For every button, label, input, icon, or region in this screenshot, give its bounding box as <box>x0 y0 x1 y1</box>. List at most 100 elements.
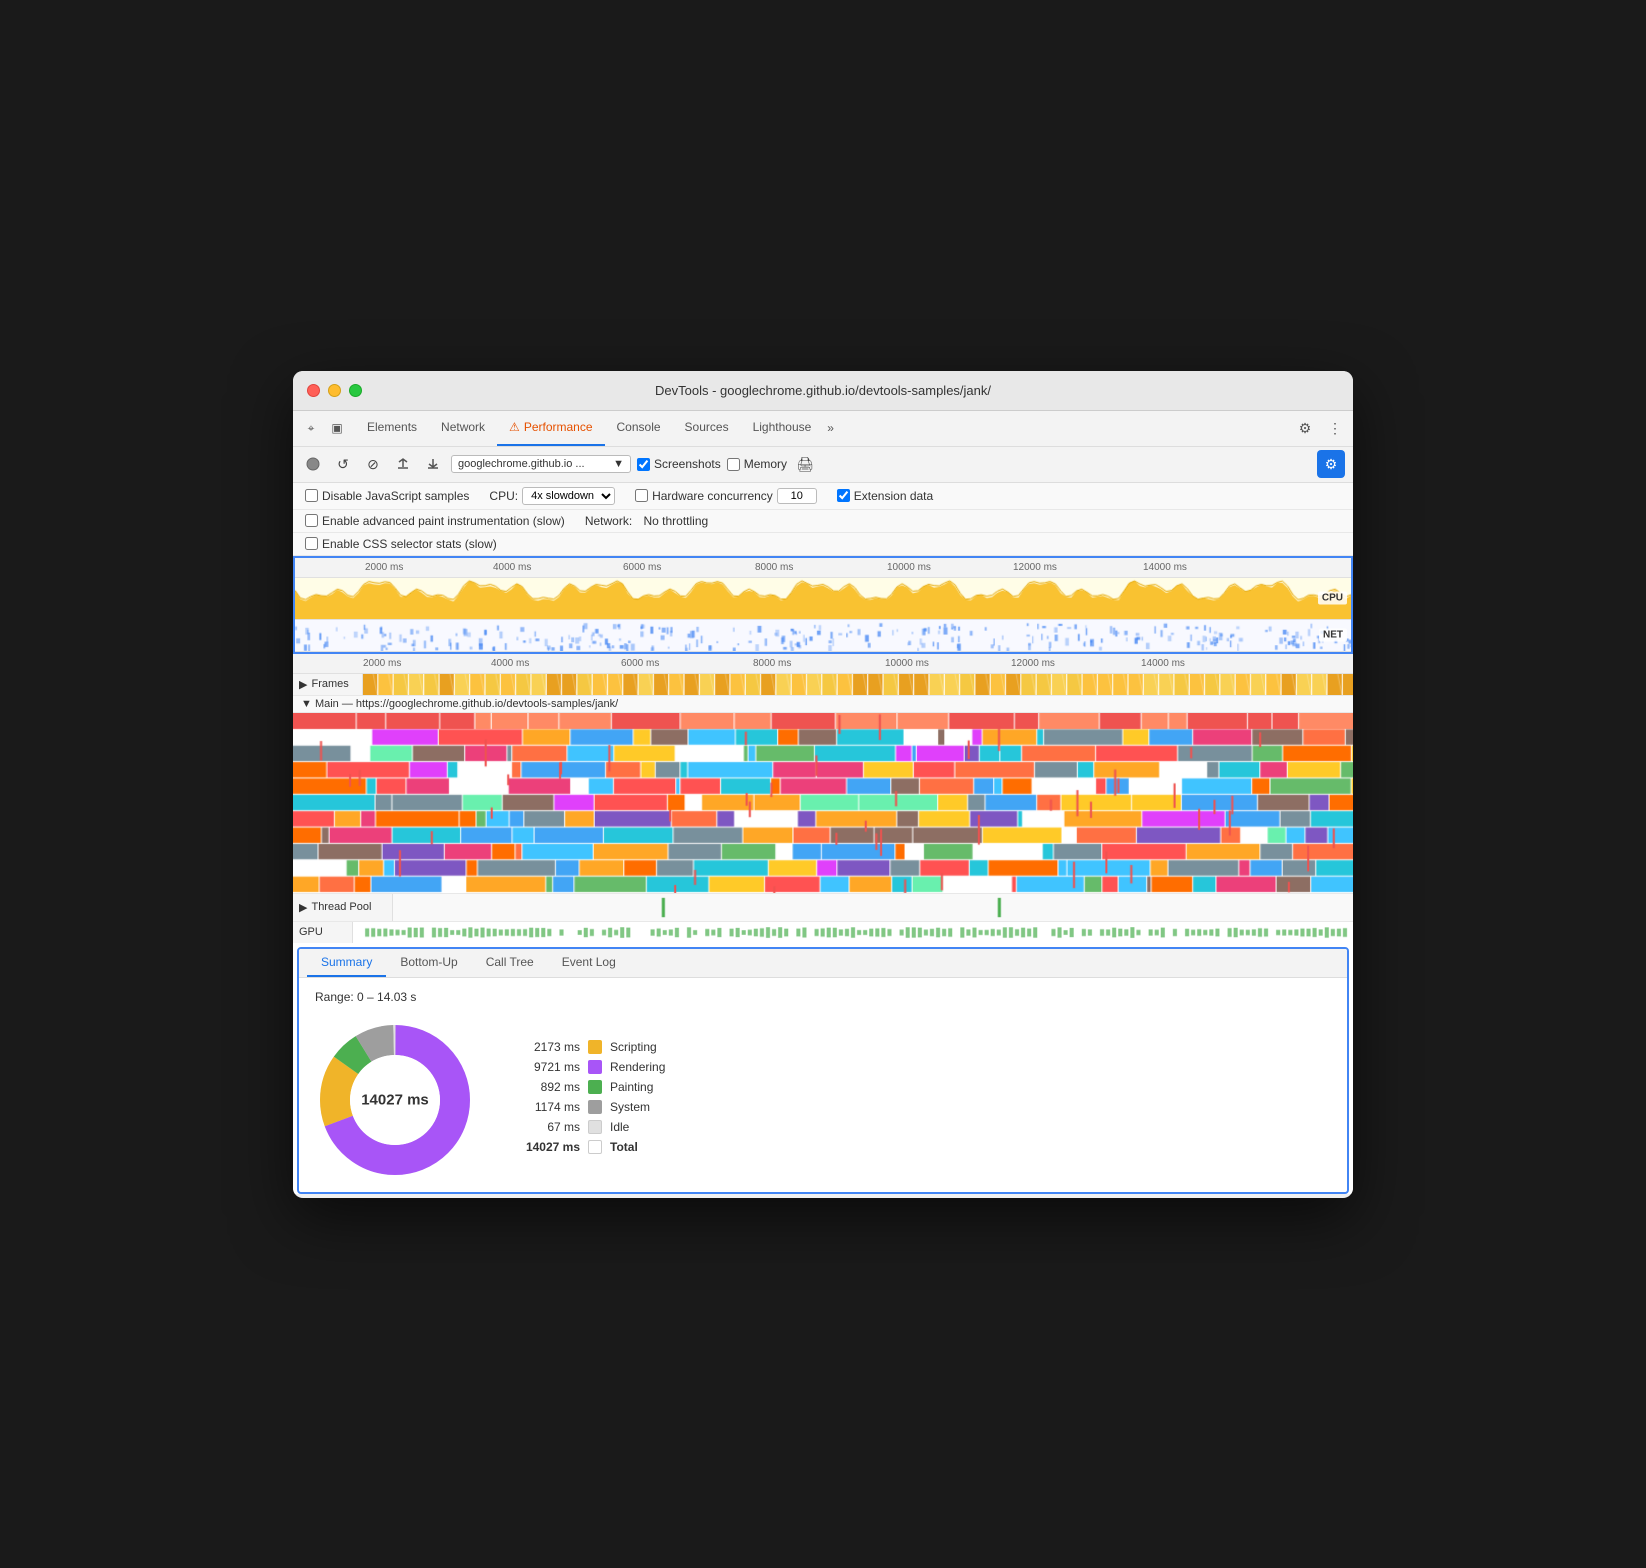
tab-console[interactable]: Console <box>605 410 673 446</box>
options-row-3: Enable CSS selector stats (slow) <box>293 533 1353 556</box>
painting-label: Painting <box>610 1080 653 1094</box>
hw-concurrency-input[interactable] <box>777 488 817 504</box>
minimize-button[interactable] <box>328 384 341 397</box>
memory-icon[interactable]: 🖨 <box>793 452 817 476</box>
title-bar: DevTools - googlechrome.github.io/devtoo… <box>293 371 1353 411</box>
network-label: Network: <box>585 514 632 528</box>
maximize-button[interactable] <box>349 384 362 397</box>
network-value: No throttling <box>644 514 709 528</box>
frames-triangle: ▶ <box>299 678 307 691</box>
record-button[interactable] <box>301 452 325 476</box>
tab-lighthouse[interactable]: Lighthouse <box>741 410 824 446</box>
ruler-6000: 6000 ms <box>623 562 661 573</box>
reload-button[interactable]: ↺ <box>331 452 355 476</box>
options-row-1: Disable JavaScript samples CPU: 4x slowd… <box>293 483 1353 510</box>
screenshots-label: Screenshots <box>654 457 721 471</box>
ruler-14000: 14000 ms <box>1143 562 1187 573</box>
advanced-paint-option[interactable]: Enable advanced paint instrumentation (s… <box>305 514 565 528</box>
close-button[interactable] <box>307 384 320 397</box>
settings-icon[interactable]: ⚙ <box>1295 418 1315 438</box>
legend-rendering: 9721 ms Rendering <box>515 1060 665 1074</box>
disable-js-checkbox[interactable] <box>305 489 318 502</box>
thread-pool-row: ▶ Thread Pool <box>293 893 1353 921</box>
flame-ruler-4000: 4000 ms <box>491 658 529 669</box>
tab-network[interactable]: Network <box>429 410 497 446</box>
legend-scripting: 2173 ms Scripting <box>515 1040 665 1054</box>
tab-summary[interactable]: Summary <box>307 949 386 977</box>
ruler-10000: 10000 ms <box>887 562 931 573</box>
system-swatch <box>588 1100 602 1114</box>
tab-elements[interactable]: Elements <box>355 410 429 446</box>
legend-idle: 67 ms Idle <box>515 1120 665 1134</box>
scripting-label: Scripting <box>610 1040 657 1054</box>
thread-pool-triangle: ▶ <box>299 901 307 914</box>
ruler-2000: 2000 ms <box>365 562 403 573</box>
painting-swatch <box>588 1080 602 1094</box>
rendering-swatch <box>588 1060 602 1074</box>
painting-value: 892 ms <box>515 1080 580 1094</box>
device-icon[interactable]: ▣ <box>327 418 347 438</box>
disable-js-samples-option[interactable]: Disable JavaScript samples <box>305 489 469 503</box>
toolbar-row: ↺ ⊘ googlechrome.github.io ... ▼ Screens… <box>293 447 1353 483</box>
advanced-paint-checkbox[interactable] <box>305 514 318 527</box>
cpu-label: CPU: <box>489 489 518 503</box>
summary-body: 14027 ms 2173 ms Scripting 9721 ms <box>315 1020 1331 1180</box>
devtools-body: ⌖ ▣ Elements Network ⚠ Performance Conso… <box>293 411 1353 1194</box>
total-value: 14027 ms <box>515 1140 580 1154</box>
system-value: 1174 ms <box>515 1100 580 1114</box>
advanced-paint-label: Enable advanced paint instrumentation (s… <box>322 514 565 528</box>
flame-ruler-12000: 12000 ms <box>1011 658 1055 669</box>
settings-button[interactable]: ⚙ <box>1317 450 1345 478</box>
tab-sources[interactable]: Sources <box>673 410 741 446</box>
flame-ruler-14000: 14000 ms <box>1141 658 1185 669</box>
ruler-4000: 4000 ms <box>493 562 531 573</box>
gpu-bar-area <box>353 922 1353 943</box>
rendering-label: Rendering <box>610 1060 665 1074</box>
css-selector-label: Enable CSS selector stats (slow) <box>322 537 497 551</box>
flame-ruler-6000: 6000 ms <box>621 658 659 669</box>
disable-js-label: Disable JavaScript samples <box>322 489 469 503</box>
css-selector-option[interactable]: Enable CSS selector stats (slow) <box>305 537 497 551</box>
network-throttle-group: Network: No throttling <box>585 514 708 528</box>
tab-performance[interactable]: ⚠ Performance <box>497 410 604 446</box>
cursor-icon[interactable]: ⌖ <box>301 418 321 438</box>
screenshots-checkbox[interactable] <box>637 458 650 471</box>
more-tabs-button[interactable]: » <box>827 421 834 435</box>
ruler-12000: 12000 ms <box>1013 562 1057 573</box>
memory-checkbox-group: Memory <box>727 457 787 471</box>
settings-gear-icon: ⚙ <box>1325 456 1338 473</box>
legend-total: 14027 ms Total <box>515 1140 665 1154</box>
url-selector[interactable]: googlechrome.github.io ... ▼ <box>451 455 631 473</box>
flame-chart-area[interactable] <box>293 713 1353 893</box>
tab-icons: ⌖ ▣ <box>301 418 347 438</box>
devtools-window: DevTools - googlechrome.github.io/devtoo… <box>293 371 1353 1198</box>
idle-label: Idle <box>610 1120 629 1134</box>
timeline-ruler-top: 2000 ms 4000 ms 6000 ms 8000 ms 10000 ms… <box>295 558 1351 578</box>
dropdown-arrow: ▼ <box>613 458 624 470</box>
download-button[interactable] <box>421 452 445 476</box>
cpu-select[interactable]: 4x slowdown <box>522 487 615 505</box>
hw-concurrency-checkbox[interactable] <box>635 489 648 502</box>
frames-row: ▶ Frames <box>293 674 1353 696</box>
thread-pool-label: ▶ Thread Pool <box>293 894 393 921</box>
css-selector-checkbox[interactable] <box>305 537 318 550</box>
extension-data-group: Extension data <box>837 489 933 503</box>
extension-data-checkbox[interactable] <box>837 489 850 502</box>
clear-button[interactable]: ⊘ <box>361 452 385 476</box>
upload-button[interactable] <box>391 452 415 476</box>
idle-swatch <box>588 1120 602 1134</box>
screenshots-checkbox-group: Screenshots <box>637 457 721 471</box>
system-label: System <box>610 1100 650 1114</box>
more-options-icon[interactable]: ⋮ <box>1325 418 1345 438</box>
hw-concurrency-label: Hardware concurrency <box>652 489 773 503</box>
bottom-panel: Summary Bottom-Up Call Tree Event Log Ra… <box>297 947 1349 1194</box>
bottom-content: Range: 0 – 14.03 s <box>299 978 1347 1192</box>
tab-bottom-up[interactable]: Bottom-Up <box>386 949 471 977</box>
flame-ruler-8000: 8000 ms <box>753 658 791 669</box>
tab-call-tree[interactable]: Call Tree <box>472 949 548 977</box>
tab-event-log[interactable]: Event Log <box>548 949 630 977</box>
memory-checkbox[interactable] <box>727 458 740 471</box>
net-chart-label: NET <box>1319 629 1347 642</box>
tab-actions: ⚙ ⋮ <box>1295 418 1345 438</box>
extension-data-label: Extension data <box>854 489 933 503</box>
